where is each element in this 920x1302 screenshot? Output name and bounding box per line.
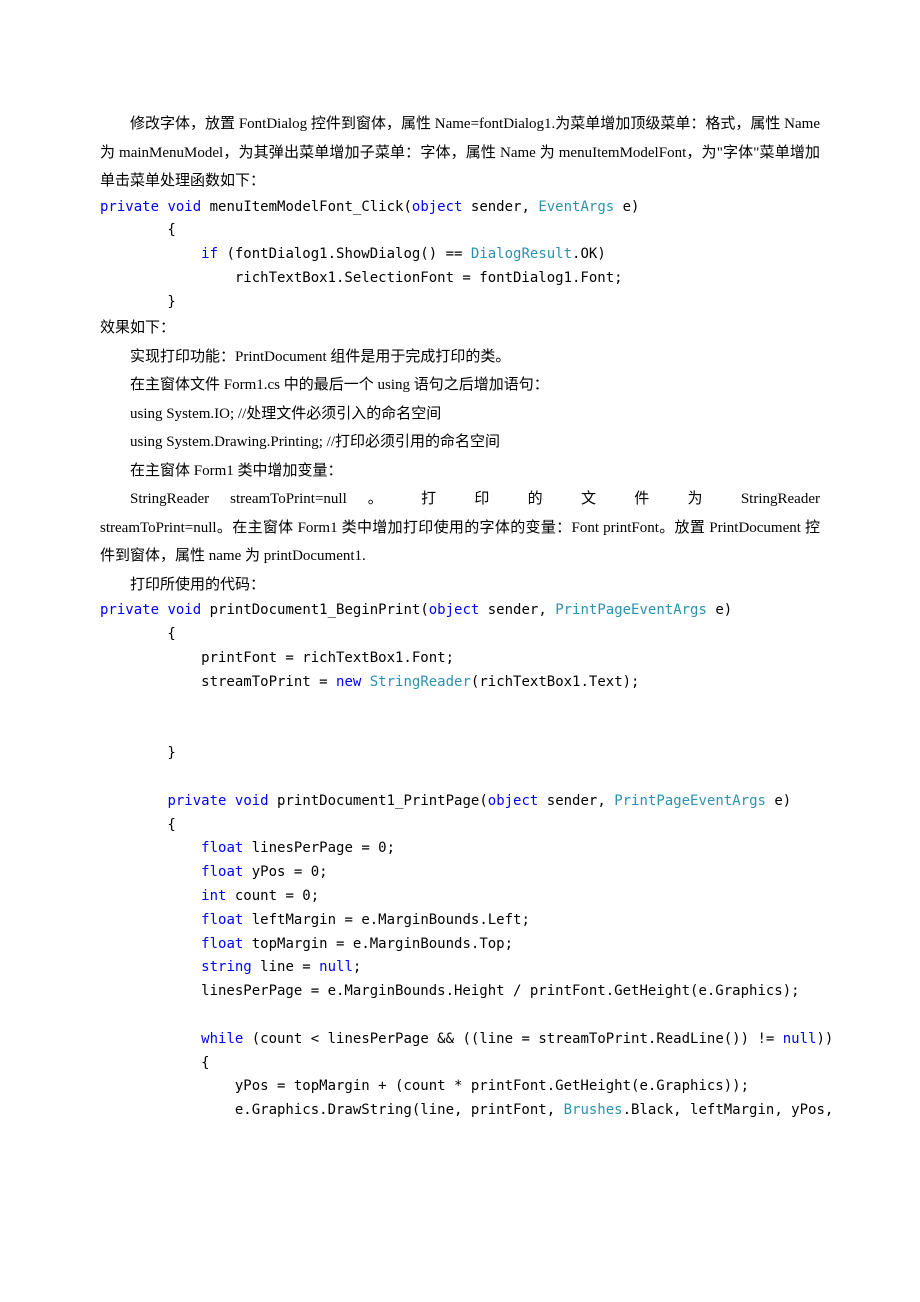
- code-block-2: private void printDocument1_BeginPrint(o…: [100, 599, 820, 623]
- code-line: streamToPrint = new StringReader(richTex…: [100, 671, 820, 695]
- code-line: while (count < linesPerPage && ((line = …: [100, 1028, 820, 1052]
- paragraph-8-line1: StringReader streamToPrint=null 。 打 印 的 …: [100, 485, 820, 514]
- paragraph-10: 打印所使用的代码：: [100, 571, 820, 600]
- paragraph-6: using System.Drawing.Printing; //打印必须引用的…: [100, 428, 820, 457]
- code-line: string line = null;: [100, 956, 820, 980]
- code-line: {: [100, 1052, 820, 1076]
- paragraph-7: 在主窗体 Form1 类中增加变量：: [100, 457, 820, 486]
- code-line: [100, 718, 820, 742]
- paragraph-8-rest: streamToPrint=null。在主窗体 Form1 类中增加打印使用的字…: [100, 514, 820, 571]
- code-line: {: [100, 814, 820, 838]
- paragraph-1: 修改字体，放置 FontDialog 控件到窗体，属性 Name=fontDia…: [100, 110, 820, 196]
- code-line: richTextBox1.SelectionFont = fontDialog1…: [100, 267, 820, 291]
- code-line: }: [100, 742, 820, 766]
- paragraph-5: using System.IO; //处理文件必须引入的命名空间: [100, 400, 820, 429]
- code-line: yPos = topMargin + (count * printFont.Ge…: [100, 1075, 820, 1099]
- code-line: [100, 766, 820, 790]
- code-line: {: [100, 623, 820, 647]
- paragraph-4: 在主窗体文件 Form1.cs 中的最后一个 using 语句之后增加语句：: [100, 371, 820, 400]
- paragraph-2: 效果如下：: [100, 314, 820, 343]
- code-line: {: [100, 219, 820, 243]
- code-line: int count = 0;: [100, 885, 820, 909]
- paragraph-3: 实现打印功能：PrintDocument 组件是用于完成打印的类。: [100, 343, 820, 372]
- code-block-3: private void printDocument1_PrintPage(ob…: [100, 790, 820, 814]
- code-line: printFont = richTextBox1.Font;: [100, 647, 820, 671]
- code-line: float leftMargin = e.MarginBounds.Left;: [100, 909, 820, 933]
- code-line: [100, 1004, 820, 1028]
- code-block-1: private void menuItemModelFont_Click(obj…: [100, 196, 820, 220]
- code-line: float yPos = 0;: [100, 861, 820, 885]
- code-line: linesPerPage = e.MarginBounds.Height / p…: [100, 980, 820, 1004]
- code-line: if (fontDialog1.ShowDialog() == DialogRe…: [100, 243, 820, 267]
- code-line: float topMargin = e.MarginBounds.Top;: [100, 933, 820, 957]
- code-line: e.Graphics.DrawString(line, printFont, B…: [100, 1099, 820, 1123]
- code-line: [100, 695, 820, 719]
- code-line: float linesPerPage = 0;: [100, 837, 820, 861]
- code-line: }: [100, 291, 820, 315]
